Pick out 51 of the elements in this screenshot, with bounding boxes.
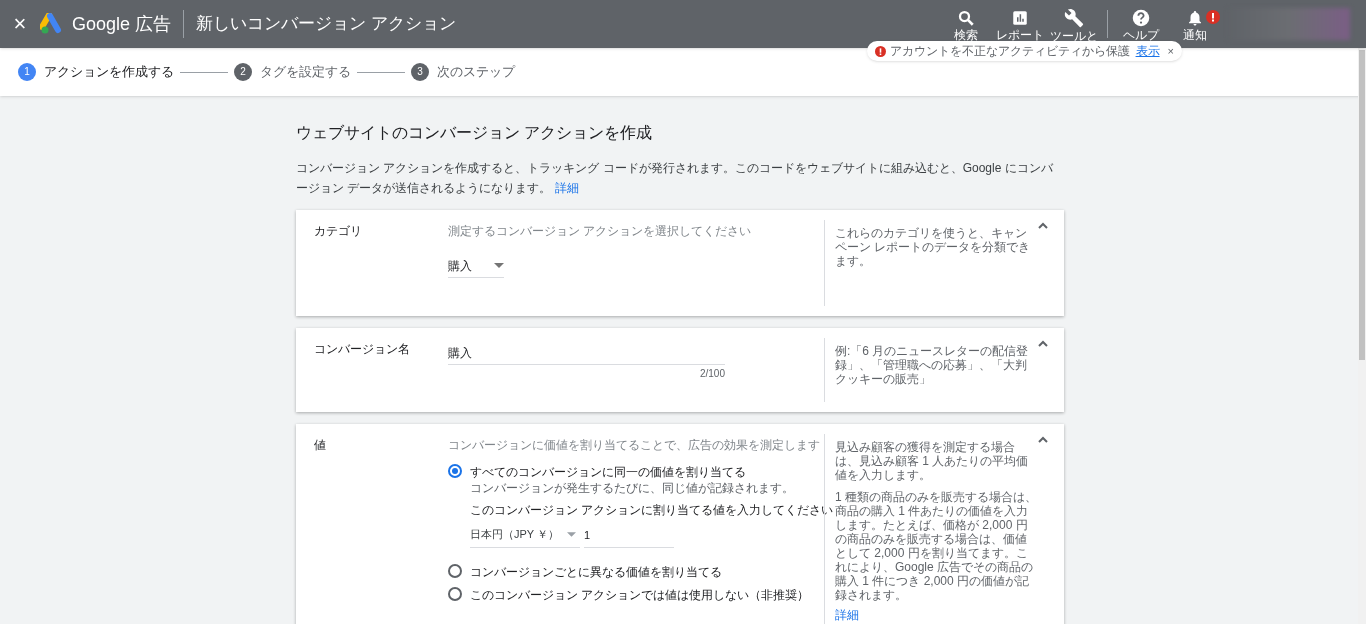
- search-icon: [957, 9, 975, 27]
- section-label: カテゴリ: [313, 223, 363, 240]
- close-button[interactable]: ×: [1167, 45, 1174, 57]
- toolbar-button[interactable]: ヘルプ: [1114, 7, 1168, 41]
- step[interactable]: 2 タグを設定する: [234, 62, 351, 82]
- amount-field[interactable]: 1: [584, 522, 674, 548]
- character-counter: 2/100: [698, 367, 725, 381]
- help-text: 1 種類の商品のみを販売する場合は、商品の購入 1 件あたりの価値を入力します。たとえば、価格が 2,000 円の商品のみを販売する場合は、価値として 2,000 円を割り当てます。これにより、Google 広告でその商品の購入 1 件につき 2,000 円の価値が記録されます。: [835, 490, 1037, 602]
- bar-chart-icon: [1011, 9, 1029, 27]
- collapse-icon[interactable]: [1038, 436, 1048, 443]
- page-title: 新しいコンバージョン アクション: [196, 13, 456, 36]
- error-icon: [874, 45, 886, 57]
- toolbar-button[interactable]: ツールと: [1047, 6, 1101, 42]
- help-text: 見込み顧客の獲得を測定する場合は、見込み顧客 1 人あたりの平均価値を入力します。: [835, 440, 1030, 482]
- prompt-text: コンバージョンに価値を割り当てることで、広告の効果を測定します: [448, 437, 820, 454]
- help-text: 例:「6 月のニュースレターの配信登録」、「管理職への応募」、「大判クッキーの販売」: [835, 344, 1030, 386]
- radio-button[interactable]: [448, 587, 462, 601]
- banner-text: アカウントを不正なアクティビティから保護: [889, 43, 1130, 60]
- toolbar-button[interactable]: 検索: [939, 7, 993, 41]
- section-label: コンバージョン名: [313, 341, 411, 358]
- currency-dropdown[interactable]: 日本円（JPY ￥）: [470, 522, 580, 548]
- logo-icon: [40, 13, 64, 35]
- dropdown-arrow-icon: [494, 263, 504, 268]
- description: コンバージョン アクションを作成すると、トラッキング コードが発行されます。このコードをウェブサイトに組み込むと、Google にコンバージョン データが送信されるようになります。 詳細: [296, 160, 1054, 197]
- radio-button[interactable]: [448, 564, 462, 578]
- learn-more-link[interactable]: 詳細: [554, 181, 579, 195]
- show-link[interactable]: 表示: [1135, 42, 1160, 60]
- prompt-text: 測定するコンバージョン アクションを選択してください: [448, 223, 753, 240]
- toolbar-button[interactable]: レポート: [993, 7, 1047, 41]
- category-dropdown[interactable]: 購入: [448, 254, 504, 278]
- help-text: これらのカテゴリを使うと、キャンペーン レポートのデータを分類できます。: [835, 226, 1032, 268]
- step[interactable]: 3 次のステップ: [411, 62, 515, 82]
- radio-button[interactable]: [448, 464, 462, 478]
- option-label: このコンバージョン アクションでは値は使用しない（非推奨）: [470, 587, 810, 604]
- help-icon: [1132, 9, 1150, 27]
- section-label: 値: [313, 437, 327, 454]
- input-field[interactable]: 購入: [448, 343, 725, 365]
- section-title: ウェブサイトのコンバージョン アクションを作成: [296, 123, 654, 143]
- wrench-icon: [1064, 8, 1084, 28]
- close-button[interactable]: ×: [12, 13, 28, 35]
- option-label: すべてのコンバージョンに同一の価値を割り当てる: [470, 464, 747, 481]
- toolbar-button[interactable]: 通知: [1168, 7, 1222, 41]
- option-label: コンバージョンごとに異なる価値を割り当てる: [470, 564, 722, 581]
- product-name: Google 広告: [72, 12, 172, 36]
- option-hint: コンバージョンが発生するたびに、同じ値が記録されます。: [470, 481, 795, 495]
- dropdown-arrow-icon: [567, 532, 576, 537]
- collapse-icon[interactable]: [1038, 340, 1048, 347]
- step[interactable]: 1 アクションを作成する: [18, 62, 174, 82]
- learn-more-link[interactable]: 詳細: [835, 608, 1036, 622]
- bell-icon: [1186, 9, 1204, 27]
- collapse-icon[interactable]: [1038, 222, 1048, 229]
